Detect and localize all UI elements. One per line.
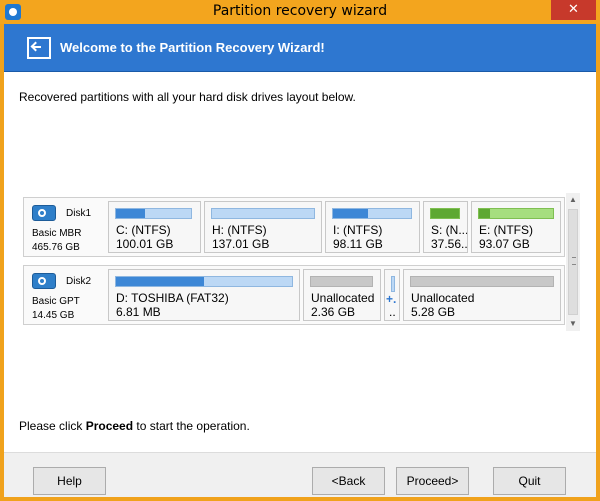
usage-fill xyxy=(431,209,459,218)
usage-bar xyxy=(430,208,460,219)
partition-d[interactable]: D: TOSHIBA (FAT32) 6.81 MB xyxy=(108,269,300,321)
partition-label: Unallocated xyxy=(411,291,475,305)
intro-text: Recovered partitions with all your hard … xyxy=(19,90,356,104)
hard-disk-icon xyxy=(32,273,56,289)
usage-fill xyxy=(333,209,369,218)
disk-info[interactable]: Disk2 Basic GPT 14.45 GB xyxy=(28,270,108,322)
window-title: Partition recovery wizard xyxy=(212,3,388,19)
back-button[interactable]: <Back xyxy=(312,467,385,495)
partition-unallocated-2[interactable]: Unallocated 5.28 GB xyxy=(403,269,561,321)
close-button[interactable]: ✕ xyxy=(551,0,596,20)
disk-layout-panel: Disk1 Basic MBR 465.76 GB C: (NTFS) 100.… xyxy=(23,197,565,327)
partition-unallocated-1[interactable]: Unallocated 2.36 GB xyxy=(303,269,381,321)
usage-bar xyxy=(391,276,395,292)
button-bar: Help <Back Proceed> Quit xyxy=(4,452,596,497)
disk-type: Basic GPT xyxy=(32,296,80,307)
usage-bar xyxy=(115,276,293,287)
partition-e[interactable]: E: (NTFS) 93.07 GB xyxy=(471,201,561,253)
partition-c[interactable]: C: (NTFS) 100.01 GB xyxy=(108,201,201,253)
proceed-hint: Please click Proceed to start the operat… xyxy=(19,419,250,433)
usage-fill xyxy=(116,277,204,286)
usage-bar xyxy=(115,208,192,219)
partition-label: Unallocated xyxy=(311,291,375,305)
usage-fill xyxy=(479,209,491,218)
partition-label: C: (NTFS) xyxy=(116,223,171,237)
hint-prefix: Please click xyxy=(19,419,86,433)
disk-row-disk1: Disk1 Basic MBR 465.76 GB C: (NTFS) 100.… xyxy=(23,197,565,257)
wizard-icon xyxy=(27,37,51,59)
hint-suffix: to start the operation. xyxy=(133,419,250,433)
proceed-button[interactable]: Proceed> xyxy=(396,467,469,495)
disk-name: Disk2 xyxy=(66,276,92,287)
usage-bar xyxy=(211,208,315,219)
partition-size: 93.07 GB xyxy=(479,237,530,251)
partition-size: .. xyxy=(389,305,396,319)
usage-bar xyxy=(478,208,554,219)
usage-fill xyxy=(116,209,145,218)
usage-bar xyxy=(410,276,554,287)
partition-label: E: (NTFS) xyxy=(479,223,533,237)
scroll-up-icon[interactable]: ▲ xyxy=(566,193,580,207)
quit-button[interactable]: Quit xyxy=(493,467,566,495)
partition-size: 37.56... xyxy=(431,237,468,251)
partition-label: D: TOSHIBA (FAT32) xyxy=(116,291,229,305)
partition-small[interactable]: +. .. xyxy=(384,269,400,321)
disk-info[interactable]: Disk1 Basic MBR 465.76 GB xyxy=(28,202,108,254)
wizard-content: Recovered partitions with all your hard … xyxy=(4,72,596,452)
help-button[interactable]: Help xyxy=(33,467,106,495)
partition-i[interactable]: I: (NTFS) 98.11 GB xyxy=(325,201,420,253)
disk-type: Basic MBR xyxy=(32,228,82,239)
scroll-thumb[interactable] xyxy=(568,209,578,315)
partition-size: 98.11 GB xyxy=(333,237,383,251)
partition-label: H: (NTFS) xyxy=(212,223,267,237)
disk-name: Disk1 xyxy=(66,208,92,219)
wizard-title: Welcome to the Partition Recovery Wizard… xyxy=(60,40,325,55)
partition-size: 5.28 GB xyxy=(411,305,456,319)
vertical-scrollbar[interactable]: ▲ ▼ xyxy=(566,193,580,331)
disk-size: 465.76 GB xyxy=(32,242,80,253)
grip-icon xyxy=(572,257,576,265)
partition-label: I: (NTFS) xyxy=(333,223,383,237)
disk-row-disk2: Disk2 Basic GPT 14.45 GB D: TOSHIBA (FAT… xyxy=(23,265,565,325)
partition-s[interactable]: S: (N... 37.56... xyxy=(423,201,468,253)
hard-disk-icon xyxy=(32,205,56,221)
partition-size: 2.36 GB xyxy=(311,305,356,319)
title-bar: Partition recovery wizard ✕ xyxy=(0,0,600,24)
partition-size: 6.81 MB xyxy=(116,305,161,319)
partition-label: S: (N... xyxy=(431,223,468,237)
usage-bar xyxy=(310,276,373,287)
disk-size: 14.45 GB xyxy=(32,310,75,321)
partition-size: 137.01 GB xyxy=(212,237,270,251)
partition-h[interactable]: H: (NTFS) 137.01 GB xyxy=(204,201,322,253)
partition-size: 100.01 GB xyxy=(116,237,174,251)
scroll-down-icon[interactable]: ▼ xyxy=(566,317,580,331)
wizard-header: Welcome to the Partition Recovery Wizard… xyxy=(4,24,596,72)
hint-bold: Proceed xyxy=(85,419,134,433)
usage-bar xyxy=(332,208,412,219)
partition-label: +. xyxy=(386,292,397,306)
